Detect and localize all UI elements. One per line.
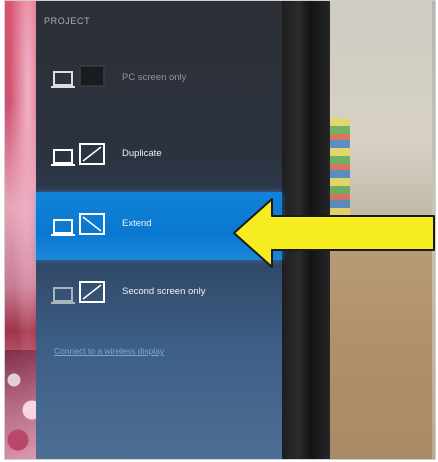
image-frame bbox=[4, 0, 436, 460]
